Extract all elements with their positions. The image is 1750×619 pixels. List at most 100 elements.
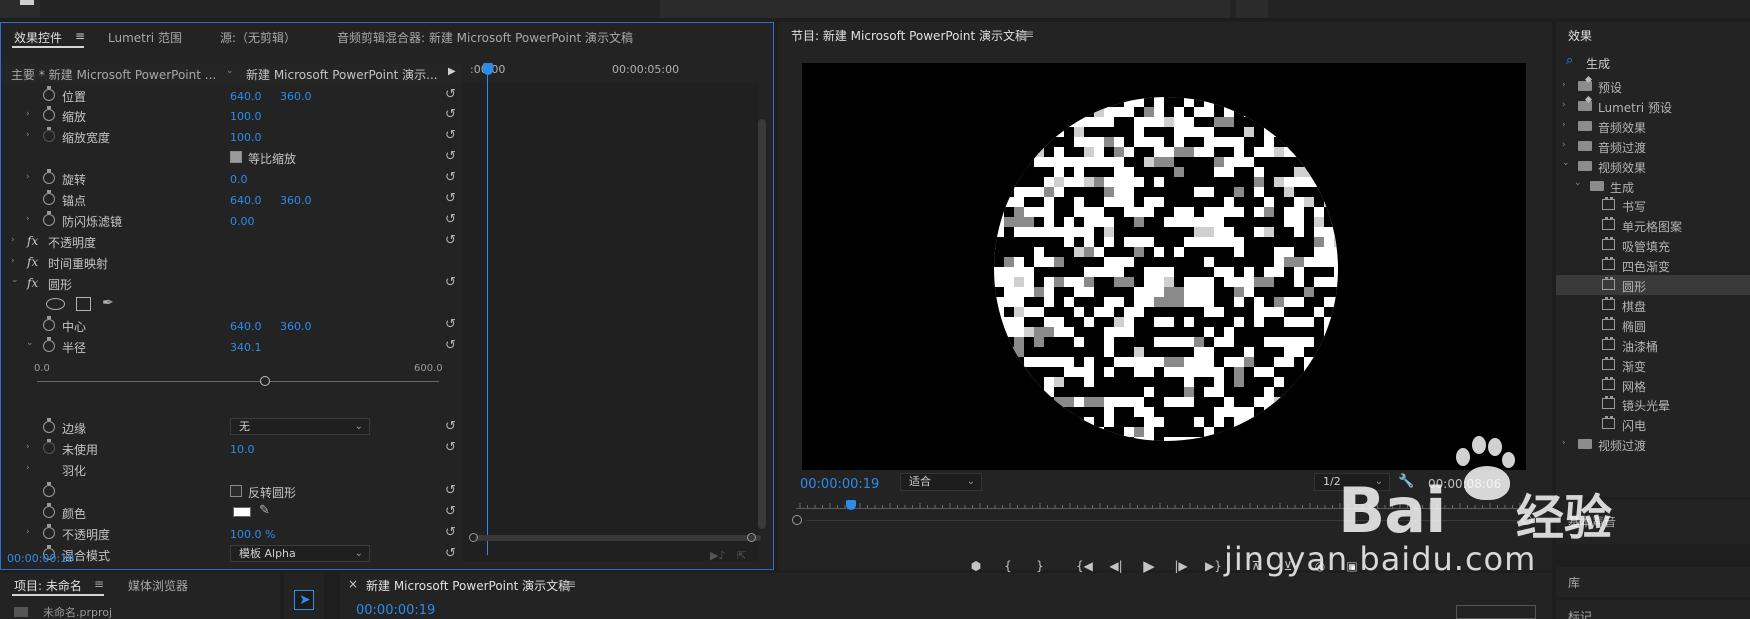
center-x-value[interactable]: 640.0 — [230, 320, 262, 333]
markers-tab[interactable]: 标记 — [1568, 608, 1592, 619]
eyedropper-icon[interactable]: ✎ — [259, 503, 270, 518]
stopwatch-icon[interactable] — [43, 211, 55, 226]
chevron-down-icon[interactable]: ⌄ — [226, 67, 234, 76]
reset-icon[interactable]: ↺ — [445, 171, 459, 185]
chevron-right-icon[interactable]: › — [11, 257, 19, 266]
tab-project[interactable]: 项目: 未命名 — [14, 577, 82, 594]
tab-menu-icon[interactable]: ≡ — [75, 29, 85, 43]
reset-icon[interactable]: ↺ — [445, 150, 459, 164]
playhead-timecode[interactable]: 00:00:00:19 — [800, 477, 879, 492]
effects-search[interactable]: ⌕ 生成 — [1558, 52, 1750, 72]
center-y-value[interactable]: 360.0 — [280, 320, 312, 333]
stopwatch-icon[interactable] — [43, 86, 55, 101]
reset-icon[interactable]: ↺ — [445, 276, 459, 290]
radius-slider-track[interactable] — [37, 381, 439, 382]
effects-tree-item[interactable]: ⌄ 生成 — [1556, 176, 1750, 196]
effects-tree-item[interactable]: › Lumetri 预设 — [1556, 96, 1750, 116]
stopwatch-icon[interactable] — [43, 106, 55, 121]
position-y-value[interactable]: 360.0 — [280, 90, 312, 103]
effects-tree-item[interactable]: 棋盘 — [1556, 295, 1750, 315]
blend-mode-dropdown[interactable]: 模板 Alpha ⌄ — [230, 545, 370, 562]
radius-value[interactable]: 340.1 — [230, 341, 262, 354]
scrubber-playhead[interactable] — [845, 500, 856, 510]
chevron-right-icon[interactable]: › — [11, 236, 19, 245]
close-icon[interactable]: × — [348, 577, 358, 591]
anchor-y-value[interactable]: 360.0 — [280, 194, 312, 207]
mark-out-icon[interactable]: } — [1032, 559, 1048, 573]
reset-icon[interactable]: ↺ — [445, 484, 459, 498]
effects-tree-item[interactable]: › 音频过渡 — [1556, 136, 1750, 156]
stopwatch-icon[interactable] — [43, 524, 55, 539]
tab-source[interactable]: 源:（无剪辑） — [220, 29, 296, 46]
effects-tree-item[interactable]: 椭圆 — [1556, 315, 1750, 335]
stopwatch-icon[interactable] — [43, 418, 55, 433]
program-title[interactable]: 节目: 新建 Microsoft PowerPoint 演示文稿 — [791, 27, 1027, 44]
stopwatch-icon[interactable] — [43, 316, 55, 331]
uniform-scale-checkbox[interactable] — [230, 151, 242, 163]
timeline-menu-icon[interactable]: ≡ — [566, 577, 576, 591]
playhead-handle[interactable] — [483, 63, 493, 75]
reset-icon[interactable]: ↺ — [445, 213, 459, 227]
timeline-zoom-box[interactable] — [1456, 605, 1536, 619]
ellipse-mask-icon[interactable] — [46, 298, 65, 310]
reset-icon[interactable]: ↺ — [445, 318, 459, 332]
tab-sequence[interactable]: 新建 Microsoft PowerPoint 演示文稿 — [366, 577, 570, 594]
rotation-value[interactable]: 0.0 — [230, 173, 248, 186]
effects-tree-item[interactable]: 圆形 — [1556, 275, 1750, 295]
go-to-in-icon[interactable]: {◀ — [1076, 559, 1093, 573]
color-swatch[interactable] — [233, 507, 251, 517]
effects-tree-item[interactable]: 油漆桶 — [1556, 335, 1750, 355]
effects-tree-item[interactable]: 网格 — [1556, 375, 1750, 395]
export-icon[interactable]: ⇱ — [737, 549, 746, 562]
play-only-arrow-icon[interactable]: ▶ — [448, 66, 456, 77]
workspace-more-button[interactable] — [1236, 0, 1268, 18]
step-back-icon[interactable]: ◀| — [1108, 559, 1124, 573]
timeline-timecode[interactable]: 00:00:00:19 — [356, 603, 435, 618]
effects-tree-item[interactable]: › 音频效果 — [1556, 116, 1750, 136]
reset-icon[interactable]: ↺ — [445, 420, 459, 434]
workspace-tabs[interactable] — [660, 0, 1230, 18]
position-x-value[interactable]: 640.0 — [230, 90, 262, 103]
effects-tree-item[interactable]: 吸管填充 — [1556, 235, 1750, 255]
app-menu[interactable] — [0, 0, 40, 18]
effects-tree-item[interactable]: 单元格图案 — [1556, 215, 1750, 235]
go-to-out-icon[interactable]: ▶} — [1205, 559, 1222, 573]
pen-mask-icon[interactable]: ✒ — [102, 295, 114, 311]
chevron-right-icon[interactable]: › — [26, 131, 34, 140]
stopwatch-icon[interactable] — [43, 190, 55, 205]
tab-effect-controls[interactable]: 效果控件 — [14, 29, 62, 46]
flicker-value[interactable]: 0.00 — [230, 215, 255, 228]
play-icon[interactable]: ▶ — [1141, 559, 1157, 574]
zoom-handle-left[interactable] — [469, 533, 478, 542]
project-file-name[interactable]: 未命名.prproj — [43, 604, 112, 619]
effects-tree-item[interactable]: 渐变 — [1556, 355, 1750, 375]
reset-icon[interactable]: ↺ — [445, 192, 459, 206]
rectangle-mask-icon[interactable] — [76, 297, 91, 311]
chevron-right-icon[interactable]: › — [26, 443, 34, 452]
vertical-scrollbar[interactable] — [758, 119, 766, 529]
anchor-x-value[interactable]: 640.0 — [230, 194, 262, 207]
chevron-down-icon[interactable]: ⌄ — [1562, 158, 1570, 167]
chevron-right-icon[interactable]: › — [1562, 100, 1570, 109]
chevron-right-icon[interactable]: › — [26, 173, 34, 182]
effects-tree-item[interactable]: 书写 — [1556, 195, 1750, 215]
fx-icon[interactable]: fx — [27, 276, 38, 290]
chevron-right-icon[interactable]: › — [1562, 120, 1570, 129]
chevron-right-icon[interactable]: › — [26, 528, 34, 537]
effects-tree-item[interactable]: 镜头光晕 — [1556, 394, 1750, 414]
master-clip-label[interactable]: 主要 * 新建 Microsoft PowerPoint ... — [11, 66, 216, 83]
reset-icon[interactable]: ↺ — [445, 547, 459, 561]
search-input[interactable]: 生成 — [1586, 55, 1610, 72]
panel-menu-icon[interactable]: ≡ — [1024, 27, 1034, 41]
chevron-right-icon[interactable]: › — [26, 110, 34, 119]
mark-in-icon[interactable]: { — [1000, 559, 1016, 573]
chevron-right-icon[interactable]: › — [26, 464, 34, 473]
chevron-down-icon[interactable]: ⌄ — [11, 276, 19, 285]
chevron-right-icon[interactable]: › — [1562, 81, 1570, 90]
opacity-value[interactable]: 100.0 % — [230, 528, 275, 541]
stopwatch-icon[interactable] — [43, 169, 55, 184]
stopwatch-icon[interactable] — [43, 337, 55, 352]
chevron-down-icon[interactable]: ⌄ — [26, 339, 34, 348]
reset-icon[interactable]: ↺ — [445, 526, 459, 540]
reset-icon[interactable]: ↺ — [445, 129, 459, 143]
